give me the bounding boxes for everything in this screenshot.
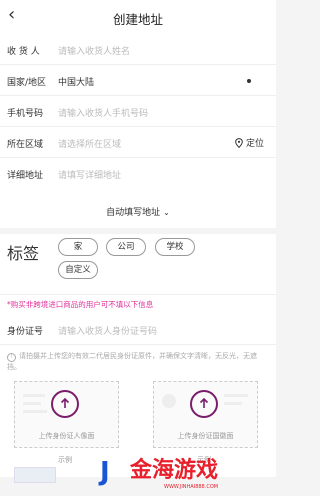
- id-card-row[interactable]: 身份证号 请输入收货人身份证号码: [0, 314, 276, 345]
- upload-hint: ! 请拍摄并上传您的有效二代居民身份证原件，并确保文字清晰，无反光，无遮挡。: [0, 345, 276, 377]
- upload-back-label: 上传身份证国徽面: [177, 432, 234, 440]
- site-watermark: J 金海游戏 WWW.JINHAI888.COM: [100, 456, 272, 492]
- example-id-thumbnail: [14, 467, 56, 483]
- phone-label: 手机号码: [7, 109, 44, 119]
- region-label: 国家/地区: [7, 78, 47, 88]
- tag-custom[interactable]: 自定义: [58, 261, 98, 279]
- upload-front-button[interactable]: 上传身份证人像面: [14, 381, 119, 448]
- recipient-label: 收 货 人: [7, 47, 40, 57]
- phone-input[interactable]: 请输入收货人手机号码: [58, 106, 148, 119]
- tag-home[interactable]: 家: [58, 238, 98, 256]
- example-label-front: 示例: [58, 456, 72, 464]
- upload-front-label: 上传身份证人像面: [38, 432, 95, 440]
- recipient-input[interactable]: 请输入收货人姓名: [58, 44, 130, 57]
- area-select[interactable]: 请选择所在区域: [58, 137, 121, 150]
- watermark-url: WWW.JINHAI888.COM: [164, 484, 219, 490]
- phone-row[interactable]: 手机号码 请输入收货人手机号码: [0, 96, 276, 127]
- area-row[interactable]: 所在区域 请选择所在区域 定位: [0, 127, 276, 158]
- id-card-input[interactable]: 请输入收货人身份证号码: [58, 324, 157, 337]
- tag-section: 标签 家 公司 学校 自定义: [0, 234, 276, 294]
- address-input[interactable]: 请填写详细地址: [58, 168, 121, 181]
- region-dropdown-icon[interactable]: [247, 79, 251, 83]
- cross-border-notice: *购买非跨境进口商品的用户可不填以下信息: [0, 294, 276, 314]
- page-title: 创建地址: [112, 12, 163, 27]
- recipient-row[interactable]: 收 货 人 请输入收货人姓名: [0, 34, 276, 65]
- region-row[interactable]: 国家/地区 中国大陆: [0, 65, 276, 96]
- upload-icon: [51, 390, 79, 418]
- locate-button[interactable]: 定位: [235, 136, 264, 149]
- top-bar: ‹ 创建地址: [0, 0, 276, 34]
- address-label: 详细地址: [7, 171, 44, 181]
- location-pin-icon: [235, 138, 243, 149]
- upload-icon: [190, 390, 218, 418]
- area-label: 所在区域: [7, 140, 44, 150]
- address-form: 收 货 人 请输入收货人姓名 国家/地区 中国大陆 手机号码 请输入收货人手机号…: [0, 34, 276, 228]
- autofill-label: 自动填写地址: [106, 208, 161, 218]
- locate-label: 定位: [245, 139, 264, 149]
- tag-school[interactable]: 学校: [155, 238, 195, 256]
- watermark-text: 金海游戏: [130, 458, 219, 483]
- upload-hint-text: 请拍摄并上传您的有效二代居民身份证原件，并确保文字清晰，无反光，无遮挡。: [7, 352, 257, 371]
- id-card-label: 身份证号: [7, 327, 44, 337]
- tag-company[interactable]: 公司: [106, 238, 146, 256]
- info-icon: !: [7, 353, 16, 362]
- address-row[interactable]: 详细地址 请填写详细地址: [0, 158, 276, 198]
- chevron-down-icon: ⌄: [163, 208, 170, 217]
- tag-label: 标签: [7, 244, 40, 263]
- upload-back-button[interactable]: 上传身份证国徽面: [153, 381, 258, 448]
- autofill-toggle[interactable]: 自动填写地址 ⌄: [0, 198, 276, 228]
- watermark-logo: J: [100, 457, 110, 487]
- region-value[interactable]: 中国大陆: [58, 75, 94, 88]
